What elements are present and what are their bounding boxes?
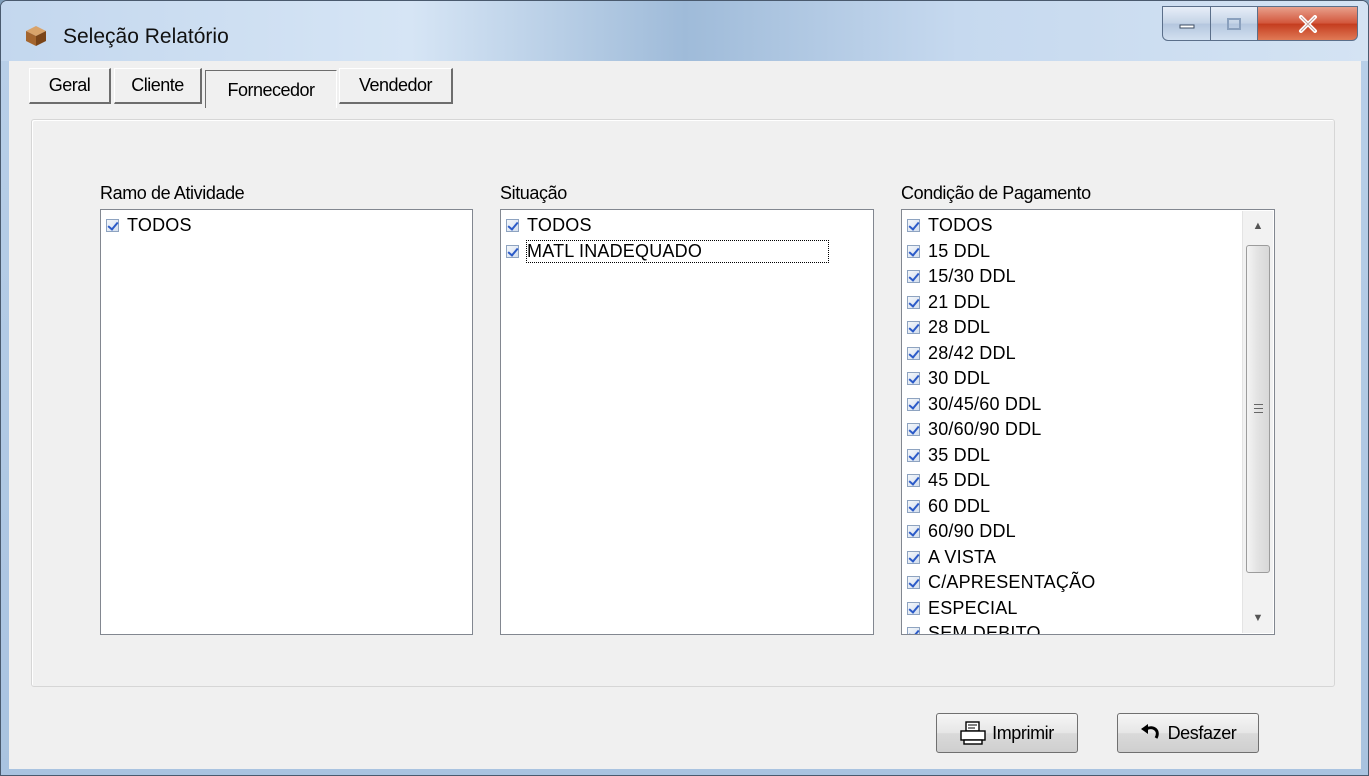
- checkbox-checked-icon[interactable]: [106, 219, 119, 233]
- checkbox-checked-icon[interactable]: [907, 525, 920, 539]
- condicao-list: TODOS 15 DDL 15/30 DDL 21 DDL 28 DDL 28/42 DD…: [902, 210, 1274, 635]
- situacao-list-item[interactable]: TODOS: [504, 213, 873, 239]
- checkbox-checked-icon[interactable]: [907, 244, 920, 258]
- condicao-item-label: 30/60/90 DDL: [928, 419, 1042, 440]
- close-icon: [1298, 14, 1317, 33]
- checkbox-checked-icon[interactable]: [907, 550, 920, 564]
- condicao-item-label: 21 DDL: [928, 291, 991, 312]
- print-button[interactable]: Imprimir: [936, 713, 1078, 753]
- window-client-area: Geral Cliente Fornecedor Vendedor Ramo d…: [9, 61, 1361, 769]
- close-button[interactable]: [1257, 6, 1358, 41]
- box-icon: [26, 26, 46, 46]
- checkbox-checked-icon[interactable]: [506, 244, 519, 258]
- condicao-item-label: C/APRESENTAÇÃO: [928, 572, 1096, 593]
- report-selection-window: Seleção Relatório Geral Cliente Forneced…: [0, 0, 1369, 776]
- condicao-item-label: 45 DDL: [928, 470, 991, 491]
- checkbox-checked-icon[interactable]: [907, 346, 920, 360]
- condicao-list-item[interactable]: C/APRESENTAÇÃO: [905, 570, 1274, 596]
- checkbox-checked-icon[interactable]: [907, 321, 920, 335]
- minimize-icon: [1179, 24, 1194, 28]
- condicao-list-item[interactable]: A VISTA: [905, 545, 1274, 571]
- situacao-item-label: MATL INADEQUADO: [525, 239, 830, 263]
- condicao-list-item[interactable]: 28 DDL: [905, 315, 1274, 341]
- checkbox-checked-icon[interactable]: [907, 576, 920, 590]
- checkbox-checked-icon[interactable]: [907, 474, 920, 488]
- tab-cliente[interactable]: Cliente: [114, 68, 202, 104]
- condicao-label: Condição de Pagamento: [901, 183, 1091, 203]
- condicao-list-item[interactable]: 15 DDL: [905, 239, 1274, 265]
- condicao-listbox[interactable]: TODOS 15 DDL 15/30 DDL 21 DDL 28 DDL 28/42 DD…: [901, 209, 1275, 635]
- tab-vendedor[interactable]: Vendedor: [339, 68, 453, 104]
- checkbox-checked-icon[interactable]: [907, 627, 920, 634]
- checkbox-checked-icon[interactable]: [907, 270, 920, 284]
- scroll-thumb[interactable]: [1246, 245, 1270, 573]
- maximize-button[interactable]: [1210, 6, 1258, 41]
- checkbox-checked-icon[interactable]: [907, 295, 920, 309]
- condicao-item-label: 15/30 DDL: [928, 266, 1016, 287]
- scroll-down-arrow-icon[interactable]: ▼: [1243, 603, 1273, 633]
- checkbox-checked-icon[interactable]: [506, 219, 519, 233]
- checkbox-checked-icon[interactable]: [907, 219, 920, 233]
- condicao-item-label: 60 DDL: [928, 495, 991, 516]
- situacao-list-item[interactable]: MATL INADEQUADO: [504, 239, 873, 265]
- condicao-list-item[interactable]: TODOS: [905, 213, 1274, 239]
- undo-icon: [1140, 724, 1159, 739]
- title-bar[interactable]: Seleção Relatório: [1, 1, 1368, 61]
- situacao-label: Situação: [500, 183, 567, 203]
- checkbox-checked-icon[interactable]: [907, 448, 920, 462]
- grip-icon: [1254, 404, 1263, 416]
- window-title: Seleção Relatório: [63, 25, 229, 48]
- condicao-item-label: 35 DDL: [928, 444, 991, 465]
- condicao-item-label: SEM DEBITO: [928, 623, 1041, 635]
- ramo-label: Ramo de Atividade: [100, 183, 245, 203]
- checkbox-checked-icon[interactable]: [907, 372, 920, 386]
- checkbox-checked-icon[interactable]: [907, 499, 920, 513]
- condicao-list-item[interactable]: SEM DEBITO: [905, 621, 1274, 635]
- situacao-list: TODOS MATL INADEQUADO: [501, 210, 873, 264]
- condicao-item-label: 60/90 DDL: [928, 521, 1016, 542]
- tab-geral[interactable]: Geral: [29, 68, 111, 104]
- condicao-list-item[interactable]: 60/90 DDL: [905, 519, 1274, 545]
- ramo-listbox[interactable]: TODOS: [100, 209, 473, 635]
- condicao-list-item[interactable]: 21 DDL: [905, 290, 1274, 316]
- undo-button-label: Desfazer: [1167, 722, 1237, 743]
- minimize-button[interactable]: [1162, 6, 1211, 41]
- condicao-list-item[interactable]: ESPECIAL: [905, 596, 1274, 622]
- ramo-item-label: TODOS: [127, 215, 192, 236]
- undo-button[interactable]: Desfazer: [1117, 713, 1259, 753]
- checkbox-checked-icon[interactable]: [907, 397, 920, 411]
- condicao-item-label: 15 DDL: [928, 240, 991, 261]
- situacao-item-label: TODOS: [527, 215, 592, 236]
- situacao-listbox[interactable]: TODOS MATL INADEQUADO: [500, 209, 874, 635]
- condicao-item-label: A VISTA: [928, 546, 997, 567]
- condicao-list-item[interactable]: 45 DDL: [905, 468, 1274, 494]
- condicao-item-label: ESPECIAL: [928, 597, 1018, 618]
- condicao-list-item[interactable]: 30/45/60 DDL: [905, 392, 1274, 418]
- maximize-icon: [1227, 17, 1241, 30]
- tab-fornecedor[interactable]: Fornecedor: [205, 70, 337, 108]
- checkbox-checked-icon[interactable]: [907, 601, 920, 615]
- ramo-list-item[interactable]: TODOS: [104, 213, 472, 239]
- printer-icon: [960, 721, 986, 745]
- condicao-list-item[interactable]: 30 DDL: [905, 366, 1274, 392]
- condicao-item-label: TODOS: [928, 215, 993, 236]
- checkbox-checked-icon[interactable]: [907, 423, 920, 437]
- condicao-item-label: 28 DDL: [928, 317, 991, 338]
- condicao-scrollbar[interactable]: ▲ ▼: [1242, 211, 1273, 633]
- condicao-list-item[interactable]: 35 DDL: [905, 443, 1274, 469]
- condicao-item-label: 28/42 DDL: [928, 342, 1016, 363]
- scroll-up-arrow-icon[interactable]: ▲: [1243, 211, 1273, 241]
- condicao-list-item[interactable]: 15/30 DDL: [905, 264, 1274, 290]
- condicao-list-item[interactable]: 28/42 DDL: [905, 341, 1274, 367]
- condicao-item-label: 30 DDL: [928, 368, 991, 389]
- ramo-list: TODOS: [101, 210, 472, 239]
- condicao-list-item[interactable]: 30/60/90 DDL: [905, 417, 1274, 443]
- condicao-item-label: 30/45/60 DDL: [928, 393, 1042, 414]
- print-button-label: Imprimir: [992, 722, 1054, 743]
- condicao-list-item[interactable]: 60 DDL: [905, 494, 1274, 520]
